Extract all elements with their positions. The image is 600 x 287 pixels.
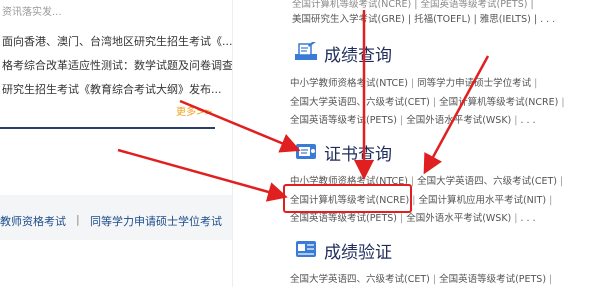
news-fragment: 资讯落实发...: [2, 7, 62, 18]
link-pets[interactable]: 全国英语等级考试(PETS): [439, 274, 546, 285]
news-item-2[interactable]: 格考综合改革适应性测试：数学试题及问卷调查: [2, 57, 233, 73]
query-panel: [232, 0, 600, 287]
section-divider: [0, 127, 215, 129]
top-links-line-2[interactable]: 美国研究生入学考试(GRE) | 托福(TOEFL) | 雅思(IELTS) |…: [292, 11, 555, 25]
news-item-3[interactable]: 研究生招生考试《教育综合考试大纲》发布...: [2, 81, 222, 97]
certificate-query-icon: [296, 144, 316, 159]
score-query-links-1: 中小学教师资格考试(NTCE) | 同等学力申请硕士学位考试 |: [290, 78, 538, 89]
score-query-icon: [295, 42, 317, 60]
link-wsk[interactable]: 全国外语水平考试(WSK): [406, 213, 511, 224]
link-cet[interactable]: 全国大学英语四、六级考试(CET): [417, 176, 557, 187]
link-pets[interactable]: 全国英语等级考试(PETS): [290, 115, 397, 126]
link-master-degree[interactable]: 同等学力申请硕士学位考试: [417, 78, 531, 89]
more-link[interactable]: 更多>>: [176, 103, 213, 118]
link-pets[interactable]: 全国英语等级考试(PETS): [290, 213, 397, 224]
link-nit[interactable]: 全国计算机应用水平考试(NIT): [418, 195, 546, 206]
link-cet[interactable]: 全国大学英语四、六级考试(CET): [290, 274, 430, 285]
score-verify-links-1: 全国大学英语四、六级考试(CET) | 全国英语等级考试(PETS) |: [290, 274, 553, 285]
section-title-score-query[interactable]: 成绩查询: [324, 41, 392, 66]
section-title-certificate-query[interactable]: 证书查询: [324, 140, 392, 165]
more-dots[interactable]: . . .: [520, 115, 535, 126]
link-separator: |: [76, 213, 80, 226]
link-wsk[interactable]: 全国外语水平考试(WSK): [406, 115, 511, 126]
link-ncre[interactable]: 全国计算机等级考试(NCRE): [439, 97, 558, 108]
highlight-box-ncre: [283, 184, 412, 213]
more-dots[interactable]: . . .: [520, 213, 535, 224]
link-cet[interactable]: 全国大学英语四、六级考试(CET): [290, 97, 430, 108]
exam-link-teacher[interactable]: 教师资格考试: [0, 213, 66, 229]
top-links-line-1[interactable]: 全国计算机等级考试(NCRE) | 全国英语等级考试(PETS) |: [292, 0, 534, 10]
section-title-score-verify[interactable]: 成绩验证: [324, 238, 392, 263]
score-query-links-2: 全国大学英语四、六级考试(CET) | 全国计算机等级考试(NCRE) |: [290, 97, 565, 108]
score-verify-icon: [296, 241, 316, 257]
exam-link-master[interactable]: 同等学力申请硕士学位考试: [90, 213, 222, 229]
link-ntce[interactable]: 中小学教师资格考试(NTCE): [290, 78, 408, 89]
news-item-1[interactable]: 面向香港、澳门、台湾地区研究生招生考试《...: [2, 33, 233, 49]
news-panel: 资讯落实发... 面向香港、澳门、台湾地区研究生招生考试《... 格考综合改革适…: [0, 0, 233, 287]
score-query-links-3: 全国英语等级考试(PETS) | 全国外语水平考试(WSK) |. . .: [290, 115, 536, 126]
